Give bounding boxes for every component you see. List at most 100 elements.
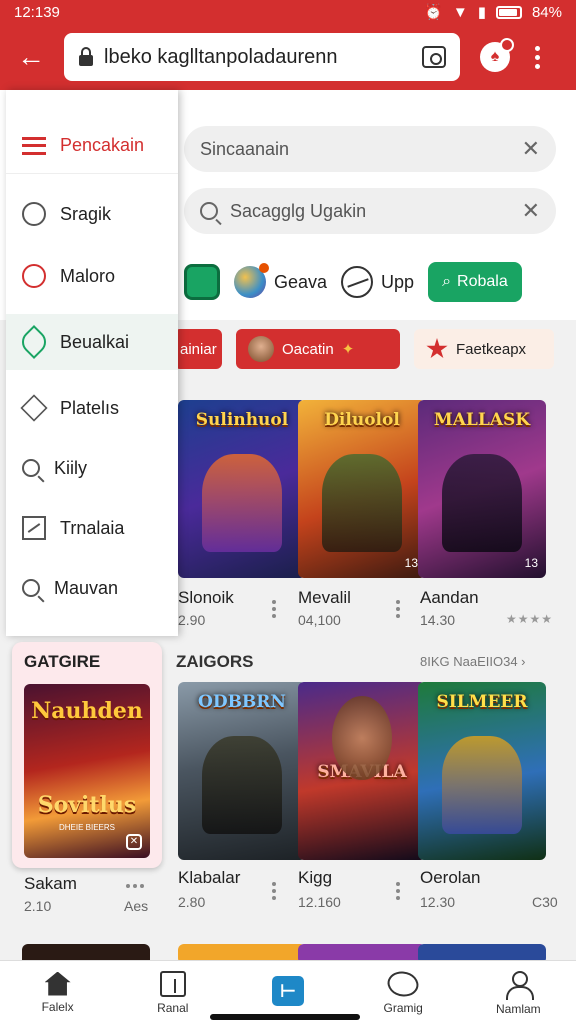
h-icon: ⊢ [271,975,304,1006]
clear-icon[interactable]: ✕ [522,198,540,224]
game-badge: 13 [404,556,418,570]
drawer-item-label: Maloro [60,265,116,286]
search-icon [22,459,40,477]
game-card-art-title: Diluolol [324,410,400,430]
drawer-item-label: Mauvan [54,577,119,598]
back-arrow-icon[interactable]: ← [12,38,50,76]
section-see-all-link[interactable]: 8IKG NaaEIIO34 › [420,654,526,669]
leaf-icon [17,325,51,359]
game-character [202,454,282,552]
featured-art[interactable]: Nauhden Sovitlus DHEIE BIEERS ✕ [24,684,150,858]
more-options-icon[interactable] [396,882,400,900]
drawer-item[interactable]: Sragik [6,186,178,242]
game-card[interactable] [298,944,426,960]
game-card-art-title: MALLASK [433,410,531,430]
drawer-header[interactable]: Pencakain [6,118,178,174]
status-time: 12:139 [14,3,60,21]
search-icon [22,579,40,597]
status-bar: 12:139 ⏰ ▼ ▮ 84% [0,0,576,24]
game-badge: 13 [524,556,538,570]
more-options-icon[interactable] [272,882,276,900]
game-card[interactable]: SMAVILA [298,682,426,860]
drawer-item[interactable]: Kiily [6,440,178,496]
game-character [322,454,402,552]
wifi-icon: ▼ [452,3,468,21]
url-bar[interactable]: lbeko kaglltanpoladaurenn [64,33,460,81]
game-card[interactable]: MALLASK 13 [418,400,546,578]
category-pill[interactable]: Faetkeapx [414,329,554,369]
game-title: Klabalar [178,868,241,887]
plane-icon [341,266,374,298]
close-icon[interactable]: ✕ [126,834,142,850]
game-card[interactable] [418,944,546,960]
game-meta: 2.80 [178,894,206,910]
clear-icon[interactable]: ✕ [522,136,540,162]
notification-button[interactable]: ♠ [480,38,514,72]
top-app-bar: ← lbeko kaglltanpoladaurenn ♠ [0,24,576,90]
featured-card[interactable]: GATGIRE Nauhden Sovitlus DHEIE BIEERS ✕ [12,642,162,868]
category-label: ainiar [180,340,217,358]
featured-name: Sakam [24,874,77,893]
chip-upp[interactable]: Upp [341,266,414,298]
game-card[interactable]: Sulinhuol [178,400,306,578]
avatar [248,336,274,362]
chip-robala-label: Robala [457,273,508,290]
category-pill[interactable]: ainiar [174,329,222,369]
status-icons: ⏰ ▼ ▮ 84% [424,3,562,22]
game-title: Kigg [298,868,333,887]
game-title: Aandan [420,588,479,607]
drawer-item[interactable]: Maloro [6,248,178,304]
chip-robala-button[interactable]: ⌕ Robala [428,262,522,302]
featured-extra: Aes [124,898,149,914]
drawer-item[interactable]: Beualkai [6,314,178,370]
drawer-item-label: Sragik [60,203,112,224]
game-meta: 12.160 [298,894,341,910]
search-secondary-text: Sacagglg Ugakin [230,200,367,221]
nav-label: Ranal [157,1000,189,1015]
search-field-primary[interactable]: Sincaanain ✕ [184,126,556,172]
more-options-icon[interactable] [532,45,542,69]
chip-geava[interactable]: Geava [234,263,328,298]
notification-dot [500,38,514,52]
drawer-item[interactable]: Platelıs [6,380,178,436]
nav-home[interactable]: Falelx [8,971,108,1014]
featured-meta: 2.10 [24,898,52,914]
search-primary-text: Sincaanain [200,138,290,159]
game-character [442,454,522,552]
more-options-icon[interactable] [126,884,146,888]
game-card[interactable]: Diluolol 13 [298,400,426,578]
side-drawer: Pencakain Sragik Maloro Beualkai Platelı… [6,90,178,636]
chip-upp-label: Upp [381,271,415,292]
game-card[interactable] [22,944,150,960]
more-options-icon[interactable] [272,600,276,618]
drawer-item[interactable]: Mauvan [6,560,178,616]
more-options-icon[interactable] [396,600,400,618]
game-meta-extra: C30 [532,894,558,910]
game-card[interactable]: SILMEER [418,682,546,860]
game-card-art-title: Sulinhuol [195,410,289,430]
game-character [332,696,392,780]
category-row: ainiar Oacatin ✦ Faetkeapx [174,328,576,370]
app-tile-icon[interactable] [184,264,220,300]
search-field-secondary[interactable]: Sacagglg Ugakin ✕ [184,188,556,234]
dice-icon: ✦ [341,341,355,358]
battery-level: 84% [531,3,562,21]
nav-gramig[interactable]: Gramig [353,967,453,1015]
book-icon [159,970,186,997]
category-label: Faetkeapx [456,340,527,358]
camera-icon[interactable] [422,46,446,68]
section-heading: ZAIGORS [176,652,254,671]
game-card[interactable]: ODBBRN [178,682,306,860]
nav-label: Gramig [383,1000,423,1015]
category-pill[interactable]: Oacatin ✦ [236,329,400,369]
home-indicator[interactable] [210,1014,360,1020]
chip-geava-label: Geava [274,271,328,292]
nav-active[interactable]: ⊢ [238,975,338,1010]
game-card[interactable] [178,944,306,960]
nav-ranal[interactable]: Ranal [123,970,223,1015]
featured-heading: GATGIRE [24,652,101,671]
featured-art-subtitle: Sovitlus [37,792,137,818]
drawer-item[interactable]: Trnalaia [6,500,178,556]
category-label: Oacatin [282,340,334,358]
nav-profile[interactable]: Namlam [468,970,568,1016]
